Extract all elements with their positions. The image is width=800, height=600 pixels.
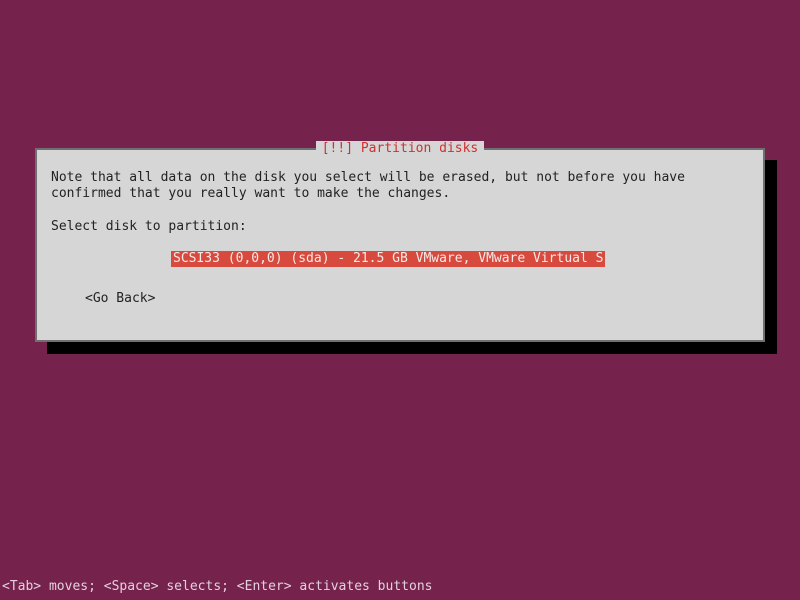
- disk-list: SCSI33 (0,0,0) (sda) - 21.5 GB VMware, V…: [171, 251, 749, 267]
- dialog-body: Note that all data on the disk you selec…: [37, 150, 763, 321]
- disk-option-selected[interactable]: SCSI33 (0,0,0) (sda) - 21.5 GB VMware, V…: [171, 251, 605, 267]
- dialog-title: [!!] Partition disks: [316, 141, 485, 156]
- dialog-prompt: Select disk to partition:: [51, 219, 749, 235]
- go-back-button[interactable]: <Go Back>: [85, 291, 155, 307]
- partition-disks-dialog: [!!] Partition disks Note that all data …: [35, 148, 765, 342]
- dialog-description: Note that all data on the disk you selec…: [51, 170, 749, 203]
- help-footer: <Tab> moves; <Space> selects; <Enter> ac…: [2, 579, 432, 594]
- dialog-title-bar: [!!] Partition disks: [37, 141, 763, 156]
- dialog-title-text: Partition disks: [361, 141, 478, 156]
- dialog-title-alert: [!!]: [322, 141, 361, 156]
